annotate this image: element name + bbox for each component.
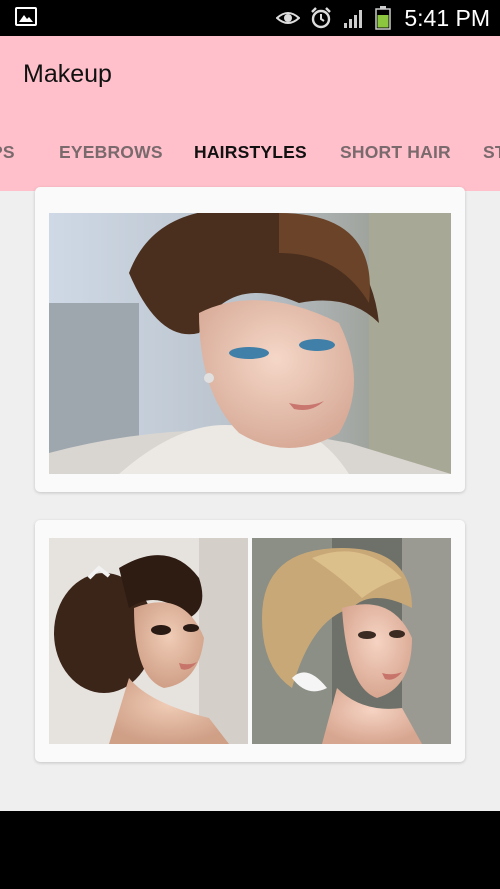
tab-hairstyles[interactable]: HAIRSTYLES bbox=[194, 132, 307, 191]
alarm-icon bbox=[311, 7, 332, 29]
app-bar: Makeup IPS EYEBROWS HAIRSTYLES SHORT HAI… bbox=[0, 36, 500, 191]
tab-eyebrows[interactable]: EYEBROWS bbox=[59, 132, 163, 191]
system-nav-area bbox=[0, 811, 500, 889]
page-title: Makeup bbox=[23, 60, 112, 88]
status-bar: 5:41 PM bbox=[0, 0, 500, 36]
hairstyle-card[interactable] bbox=[35, 520, 465, 762]
hairstyle-card[interactable] bbox=[35, 187, 465, 492]
gallery-notification-icon bbox=[15, 7, 37, 26]
tab-strip[interactable]: IPS EYEBROWS HAIRSTYLES SHORT HAIR ST bbox=[0, 132, 500, 191]
status-time: 5:41 PM bbox=[404, 4, 490, 31]
hairstyle-photo-blonde-updo[interactable] bbox=[252, 538, 451, 744]
content-list[interactable] bbox=[0, 187, 500, 811]
eye-icon bbox=[276, 12, 301, 24]
battery-icon bbox=[375, 6, 392, 30]
signal-icon bbox=[344, 10, 363, 28]
hairstyle-photo-curly-updo-brunette[interactable] bbox=[49, 538, 248, 744]
tab-short-hair[interactable]: SHORT HAIR bbox=[340, 132, 451, 191]
hairstyle-photo-updo-brunette[interactable] bbox=[49, 213, 451, 474]
tab-st[interactable]: ST bbox=[483, 132, 500, 191]
tab-lips[interactable]: IPS bbox=[0, 132, 15, 191]
